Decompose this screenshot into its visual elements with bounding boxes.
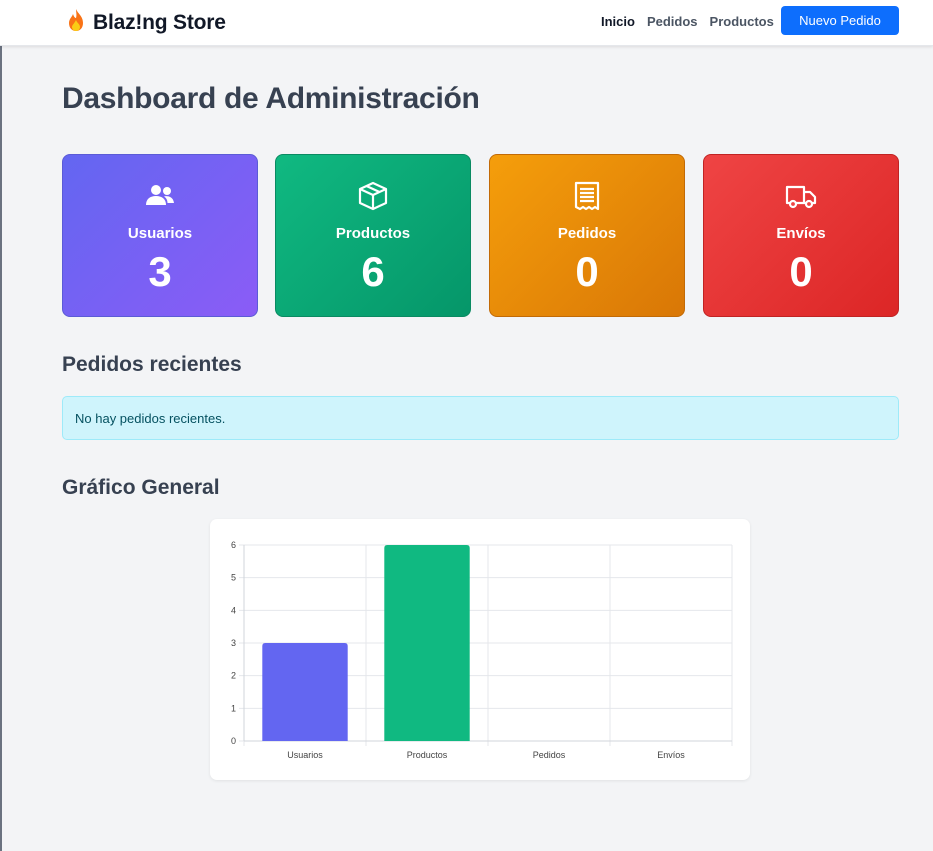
x-tick-label: Usuarios <box>287 750 323 760</box>
flame-icon <box>66 8 86 37</box>
y-tick-label: 3 <box>231 638 236 648</box>
truck-icon <box>704 181 898 211</box>
x-tick-label: Productos <box>407 750 448 760</box>
recent-orders-title: Pedidos recientes <box>62 353 242 376</box>
stat-card-shipments: Envíos 0 <box>703 154 899 317</box>
brand-name: Blaz!ng Store <box>93 10 226 34</box>
stat-card-users: Usuarios 3 <box>62 154 258 317</box>
main-nav: Inicio Pedidos Productos <box>601 14 774 29</box>
y-tick-label: 0 <box>231 736 236 746</box>
new-order-button[interactable]: Nuevo Pedido <box>781 6 899 35</box>
stat-label: Pedidos <box>557 225 617 242</box>
empty-orders-alert: No hay pedidos recientes. <box>62 396 899 440</box>
navbar: Blaz!ng Store Inicio Pedidos Productos N… <box>0 0 933 46</box>
y-tick-label: 4 <box>231 605 236 615</box>
chart-section-title: Gráfico General <box>62 476 220 499</box>
y-tick-label: 5 <box>231 573 236 583</box>
y-tick-label: 2 <box>231 671 236 681</box>
bar-chart: 0 1 2 3 4 5 6 Usuarios Productos Pedidos Envíos <box>231 540 733 760</box>
stat-label: Usuarios <box>127 225 193 242</box>
nav-link-productos[interactable]: Productos <box>710 14 774 29</box>
bar-productos <box>384 545 470 741</box>
stat-label: Productos <box>335 225 411 242</box>
y-tick-label: 6 <box>231 540 236 550</box>
bar-usuarios <box>262 643 348 741</box>
receipt-icon <box>490 181 684 211</box>
stat-card-products: Productos 6 <box>275 154 471 317</box>
nav-link-inicio[interactable]: Inicio <box>601 14 635 29</box>
stat-value: 0 <box>789 248 813 295</box>
stat-value: 6 <box>361 248 385 295</box>
y-tick-label: 1 <box>231 703 236 713</box>
brand[interactable]: Blaz!ng Store <box>66 8 226 37</box>
chart-card: 0 1 2 3 4 5 6 Usuarios Productos Pedidos Envíos <box>210 519 750 780</box>
window-edge <box>0 0 2 851</box>
stat-value: 0 <box>575 248 599 295</box>
x-tick-label: Envíos <box>657 750 685 760</box>
x-tick-label: Pedidos <box>533 750 566 760</box>
page-title: Dashboard de Administración <box>62 82 480 115</box>
stat-label: Envíos <box>776 225 826 242</box>
box-icon <box>276 181 470 211</box>
nav-link-pedidos[interactable]: Pedidos <box>647 14 698 29</box>
stat-value: 3 <box>148 248 172 295</box>
users-icon <box>63 181 257 211</box>
stat-card-orders: Pedidos 0 <box>489 154 685 317</box>
